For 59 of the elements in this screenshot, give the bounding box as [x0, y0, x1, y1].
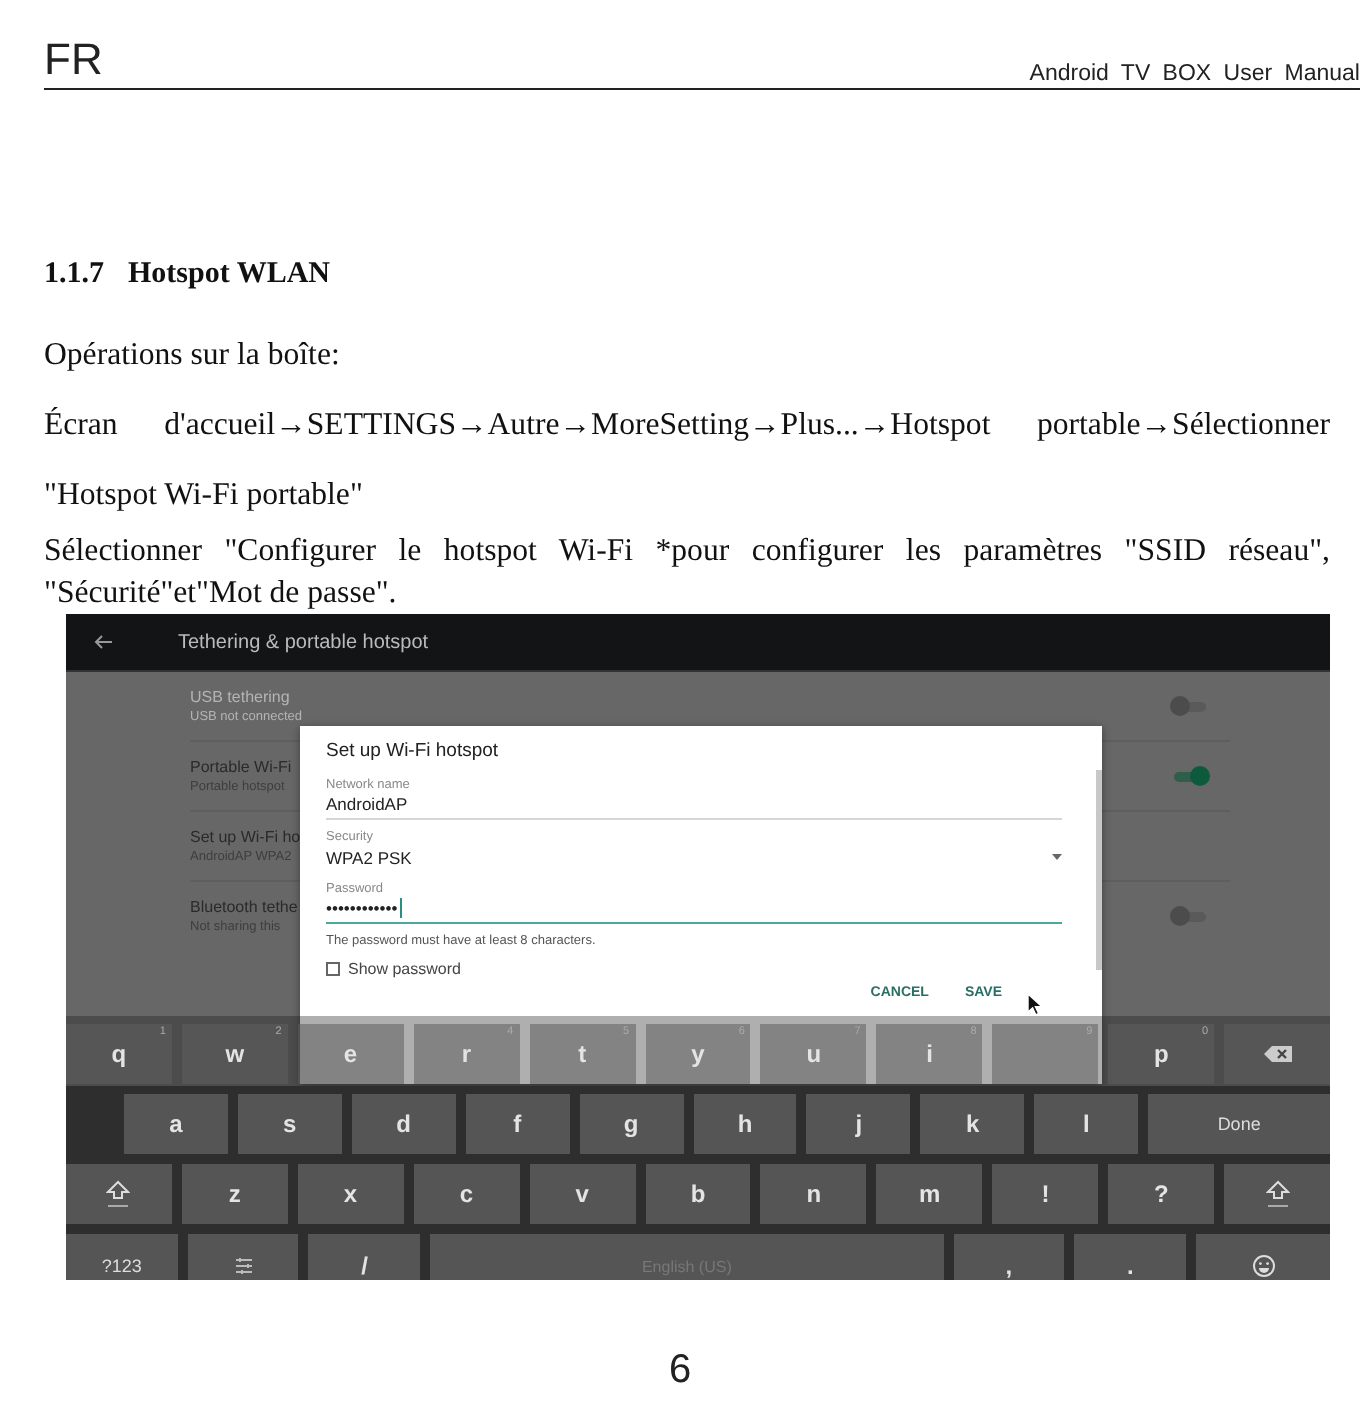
input-field[interactable]: AndroidAP: [326, 792, 1062, 820]
checkbox-label: Show password: [348, 960, 461, 978]
app-bar-title: Tethering & portable hotspot: [178, 631, 429, 653]
keyboard-key[interactable]: .: [1074, 1234, 1187, 1280]
toggle-switch[interactable]: [1170, 906, 1210, 926]
shift-arrow-icon: [1265, 1180, 1290, 1208]
keyboard-key[interactable]: z: [181, 1164, 288, 1224]
setting-title: Bluetooth tethe: [190, 898, 298, 916]
keyboard-key[interactable]: [66, 1164, 172, 1224]
checkbox[interactable]: [326, 962, 340, 976]
smiley-icon: [1251, 1254, 1276, 1278]
keyboard-key[interactable]: x: [297, 1164, 404, 1224]
keyboard-key[interactable]: e: [297, 1024, 404, 1084]
keyboard-key[interactable]: c: [413, 1164, 520, 1224]
keyboard-key[interactable]: ,: [953, 1234, 1065, 1280]
keyboard-key[interactable]: d: [351, 1094, 456, 1154]
language-code: FR: [44, 36, 103, 84]
keyboard-key[interactable]: /: [308, 1234, 421, 1280]
keyboard-key[interactable]: b: [645, 1164, 751, 1224]
keyboard-key[interactable]: f: [465, 1094, 570, 1154]
keyboard-key[interactable]: ?123: [66, 1234, 178, 1280]
keyboard-key[interactable]: !: [992, 1164, 1099, 1224]
keyboard-key[interactable]: l: [1034, 1094, 1139, 1154]
toggle-switch[interactable]: [1170, 766, 1210, 786]
scrollbar[interactable]: [1096, 770, 1102, 970]
back-arrow-icon[interactable]: [94, 634, 114, 650]
keyboard-key[interactable]: ?: [1108, 1164, 1215, 1224]
keyboard-key[interactable]: j: [806, 1094, 911, 1154]
shift-arrow-icon: [106, 1180, 131, 1208]
keyboard-key[interactable]: m: [876, 1164, 983, 1224]
setting-title: USB tethering: [190, 688, 292, 706]
keyboard-key[interactable]: [1224, 1024, 1330, 1084]
sliders-icon: [233, 1256, 254, 1276]
setting-title: Set up Wi-Fi ho: [190, 828, 301, 846]
backspace-icon: [1263, 1046, 1292, 1062]
keyboard-key[interactable]: a: [124, 1094, 228, 1154]
keyboard-key[interactable]: h: [693, 1094, 797, 1154]
setting-title: Portable Wi-Fi: [190, 758, 292, 776]
section-number: 1.1.7: [44, 256, 104, 294]
dropdown-field[interactable]: WPA2 PSK: [326, 844, 1062, 872]
input-field[interactable]: ••••••••••••: [326, 896, 1062, 924]
keyboard-key[interactable]: n: [760, 1164, 867, 1224]
section-title: Hotspot WLAN: [128, 256, 330, 294]
keyboard-key[interactable]: v: [529, 1164, 636, 1224]
dialog-title: Set up Wi-Fi hotspot: [326, 740, 501, 762]
mouse-pointer-icon: [1026, 992, 1044, 1016]
keyboard-key[interactable]: [187, 1234, 299, 1280]
keyboard-key[interactable]: [1196, 1234, 1330, 1280]
keyboard-key[interactable]: k: [920, 1094, 1025, 1154]
body-paragraph: Opérations sur la boîte:: [44, 338, 342, 374]
page-number: 6: [668, 1348, 692, 1392]
keyboard-key[interactable]: [1224, 1164, 1330, 1224]
keyboard-key[interactable]: g: [579, 1094, 684, 1154]
keyboard-key[interactable]: Done: [1148, 1094, 1330, 1154]
dropdown-caret-icon: [1052, 854, 1062, 860]
body-paragraph: Sélectionner "Configurer le hotspot Wi-Fi *pour configurer les paramètres "SSID réseau", "Sécurité"et"Mot de passe".: [44, 532, 1330, 614]
body-paragraph: Écran d'accueil→SETTINGS→Autre→MoreSetting→Plus...→Hotspot portable→Sélectionner "Hotspot Wi-Fi portable": [44, 405, 1330, 516]
manual-title: Android TV BOX User Manual: [1029, 62, 1360, 86]
keyboard-key[interactable]: s: [237, 1094, 342, 1154]
